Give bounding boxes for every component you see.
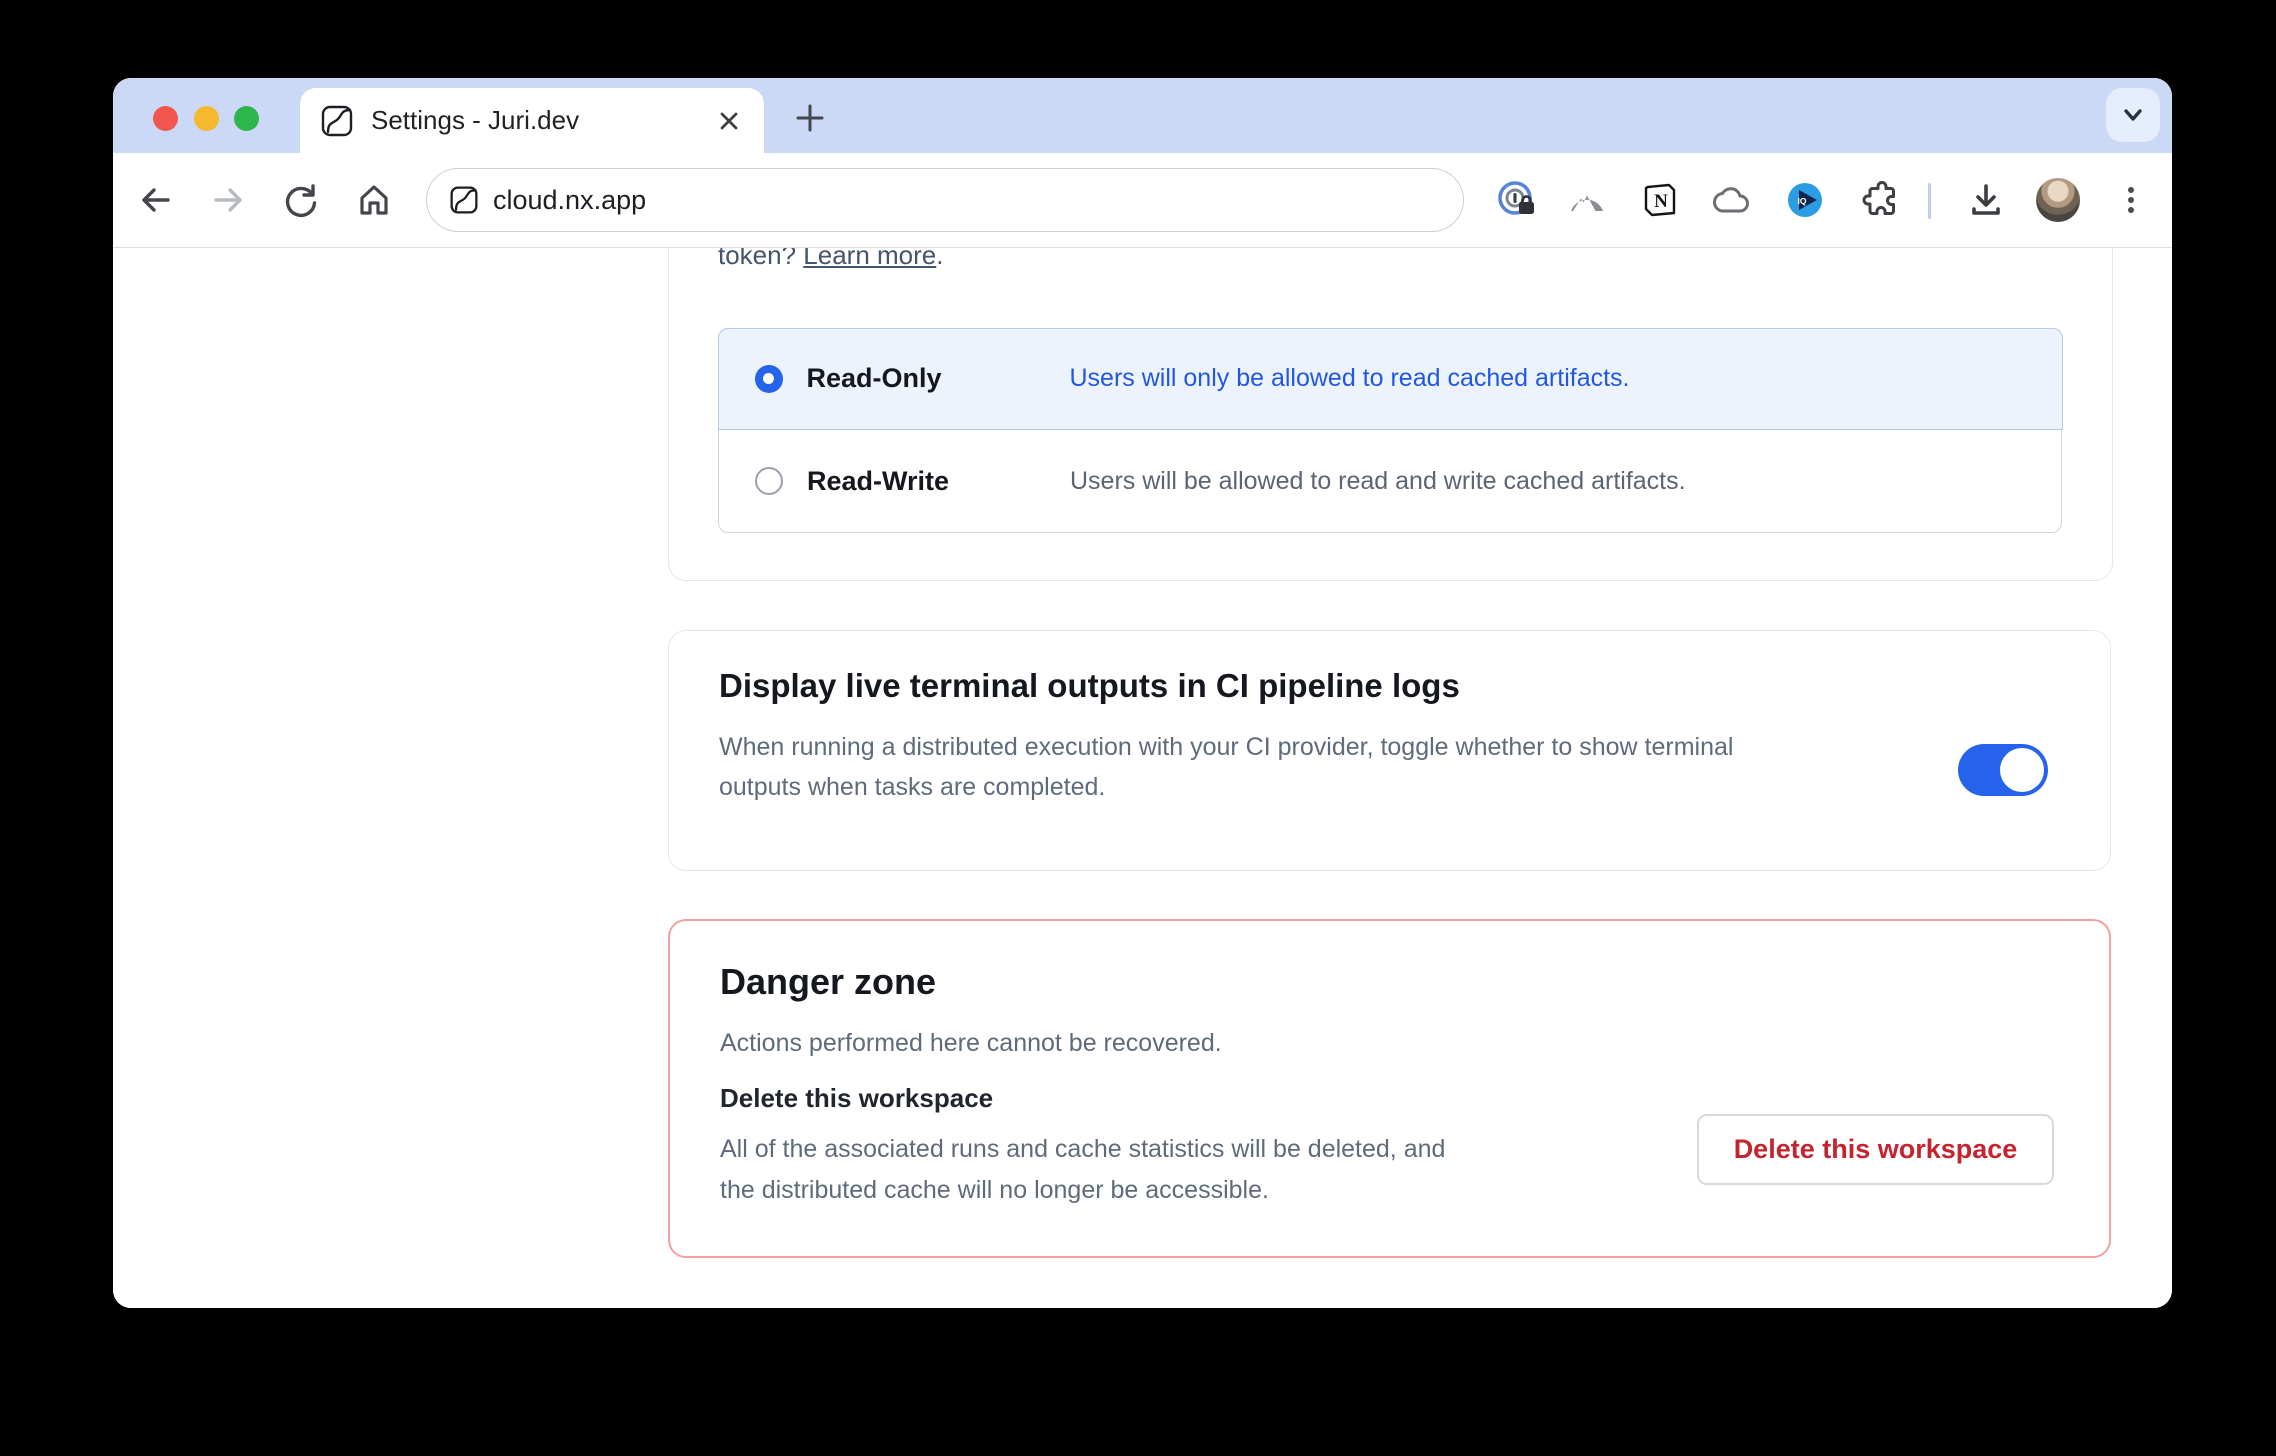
terminal-outputs-description: When running a distributed execution wit… xyxy=(719,727,1733,807)
delete-workspace-title: Delete this workspace xyxy=(720,1083,993,1114)
minimize-window-button[interactable] xyxy=(194,106,219,131)
terminal-outputs-card: Display live terminal outputs in CI pipe… xyxy=(668,630,2111,871)
page-content: token? Learn more. Read-Only Users will … xyxy=(113,248,2172,1308)
access-level-radio-group: Read-Only Users will only be allowed to … xyxy=(718,328,2062,533)
home-icon xyxy=(355,181,393,219)
back-button[interactable] xyxy=(136,180,176,220)
learn-more-link[interactable]: Learn more xyxy=(803,248,936,270)
token-help-text: token? Learn more. xyxy=(718,248,944,272)
read-only-label: Read-Only xyxy=(807,363,1070,394)
onepassword-extension-button[interactable] xyxy=(1495,178,1539,222)
chevron-down-icon xyxy=(2118,100,2148,130)
danger-zone-title: Danger zone xyxy=(720,961,936,1003)
toggle-knob xyxy=(2000,748,2044,792)
address-bar[interactable]: cloud.nx.app xyxy=(426,168,1464,232)
radio-selected-icon[interactable] xyxy=(755,365,783,393)
terminal-outputs-title: Display live terminal outputs in CI pipe… xyxy=(719,667,1460,705)
notion-icon: N xyxy=(1638,178,1682,222)
forward-icon xyxy=(209,181,247,219)
plus-icon xyxy=(792,100,828,136)
tab-strip: Settings - Juri.dev xyxy=(113,78,2172,153)
read-only-option[interactable]: Read-Only Users will only be allowed to … xyxy=(718,328,2063,430)
tab-title: Settings - Juri.dev xyxy=(371,105,714,136)
delete-workspace-description-line2: the distributed cache will no longer be … xyxy=(720,1170,1445,1211)
delete-workspace-button[interactable]: Delete this workspace xyxy=(1697,1114,2054,1185)
downloads-button[interactable] xyxy=(1964,178,2008,222)
danger-zone-card: Danger zone Actions performed here canno… xyxy=(668,919,2111,1258)
terminal-outputs-toggle[interactable] xyxy=(1958,744,2048,796)
close-window-button[interactable] xyxy=(153,106,178,131)
svg-text:N: N xyxy=(1654,191,1668,212)
extensions-button[interactable] xyxy=(1857,178,1901,222)
fullscreen-window-button[interactable] xyxy=(234,106,259,131)
back-icon xyxy=(137,181,175,219)
token-text-suffix: . xyxy=(936,248,943,270)
read-write-option[interactable]: Read-Write Users will be allowed to read… xyxy=(719,430,2061,532)
nordvpn-extension-button[interactable] xyxy=(1565,178,1609,222)
toolbar-divider xyxy=(1928,183,1931,219)
delete-workspace-description: All of the associated runs and cache sta… xyxy=(720,1129,1445,1211)
browser-menu-button[interactable] xyxy=(2109,178,2153,222)
notion-extension-button[interactable]: N xyxy=(1638,178,1682,222)
reload-button[interactable] xyxy=(281,180,321,220)
nx-cloud-favicon-icon xyxy=(320,104,354,138)
tab-search-button[interactable] xyxy=(2106,88,2160,142)
svg-text:IQ: IQ xyxy=(1798,196,1807,206)
kebab-menu-icon xyxy=(2111,180,2151,220)
video-extension-button[interactable]: IQ xyxy=(1783,178,1827,222)
new-tab-button[interactable] xyxy=(782,90,838,146)
extensions-puzzle-icon xyxy=(1857,178,1901,222)
terminal-outputs-description-line2: outputs when tasks are completed. xyxy=(719,767,1733,807)
read-write-label: Read-Write xyxy=(807,466,1070,497)
browser-window: Settings - Juri.dev xyxy=(113,78,2172,1308)
cloud-icon xyxy=(1710,178,1754,222)
read-only-description: Users will only be allowed to read cache… xyxy=(1070,364,1630,393)
forward-button[interactable] xyxy=(208,180,248,220)
reload-icon xyxy=(282,181,320,219)
read-write-description: Users will be allowed to read and write … xyxy=(1070,467,1686,496)
browser-toolbar: cloud.nx.app xyxy=(113,153,2172,248)
profile-avatar[interactable] xyxy=(2036,178,2080,222)
nordvpn-icon xyxy=(1565,178,1609,222)
onepassword-icon xyxy=(1495,178,1539,222)
cloud-extension-button[interactable] xyxy=(1710,178,1754,222)
token-text-prefix: token? xyxy=(718,248,803,270)
delete-workspace-description-line1: All of the associated runs and cache sta… xyxy=(720,1129,1445,1170)
play-badge-icon: IQ xyxy=(1783,178,1827,222)
danger-zone-subtitle: Actions performed here cannot be recover… xyxy=(720,1029,1222,1058)
home-button[interactable] xyxy=(354,180,394,220)
terminal-outputs-description-line1: When running a distributed execution wit… xyxy=(719,727,1733,767)
download-icon xyxy=(1965,179,2007,221)
tab-settings[interactable]: Settings - Juri.dev xyxy=(300,88,764,153)
radio-unselected-icon[interactable] xyxy=(755,467,783,495)
nx-cloud-site-icon xyxy=(449,185,479,215)
close-icon[interactable] xyxy=(714,106,744,136)
url-text: cloud.nx.app xyxy=(493,185,646,216)
